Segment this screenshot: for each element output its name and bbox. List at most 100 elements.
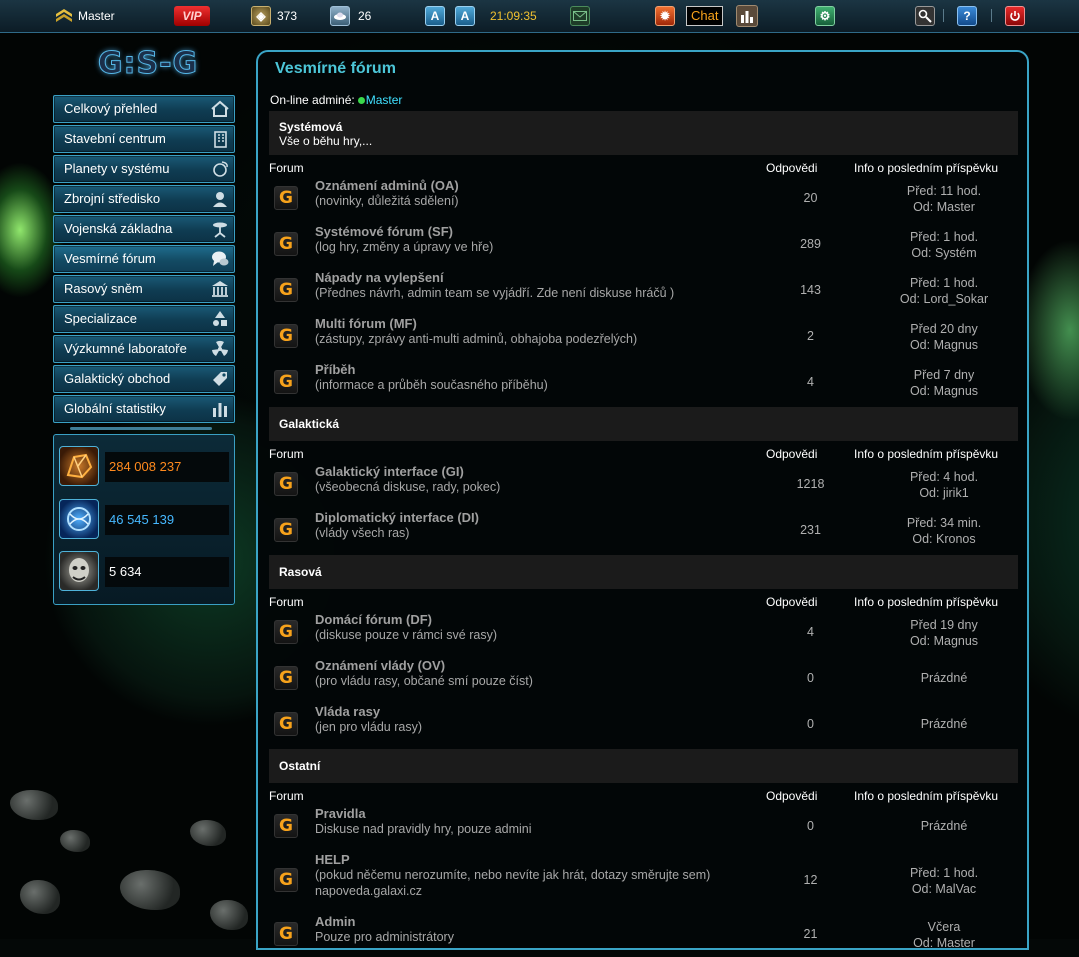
forum-title[interactable]: HELP: [315, 852, 350, 867]
table-row[interactable]: G Oznámení adminů (OA) (novinky, důležitá …: [269, 175, 1018, 221]
sidebar-item-7[interactable]: Rasový sněm: [53, 275, 235, 303]
table-row[interactable]: G Nápady na vylepšení (Přednes návrh, admi…: [269, 267, 1018, 313]
last-post-author[interactable]: Od: Master: [849, 199, 1039, 215]
sidebar-item-11[interactable]: Globální statistiky: [53, 395, 235, 423]
attack-button[interactable]: ✹: [655, 0, 675, 32]
forum-title[interactable]: Admin: [315, 914, 355, 929]
settings-button[interactable]: ⚙: [815, 0, 835, 32]
soldier-icon: [213, 192, 227, 207]
asteroid: [20, 880, 60, 914]
column-forum: Forum: [269, 447, 304, 461]
table-row[interactable]: G Domácí fórum (DF) (diskuse pouze v rámci…: [269, 609, 1018, 655]
bar-chart-icon: [736, 5, 758, 27]
column-last-post: Info o posledním příspěvku: [854, 161, 999, 175]
sidebar-item-8[interactable]: Specializace: [53, 305, 235, 333]
table-row[interactable]: G HELP (pokud něčemu nerozumíte, nebo neví…: [269, 849, 1018, 911]
last-post-author[interactable]: Od: Kronos: [849, 531, 1039, 547]
last-post-time: Včera: [927, 920, 961, 934]
separator: [943, 9, 944, 22]
forum-title[interactable]: Příběh: [315, 362, 355, 377]
table-row[interactable]: G Příběh (informace a průběh současného př…: [269, 359, 1018, 405]
sidebar-item-label: Vojenská základna: [64, 221, 173, 236]
ships-display: 26: [330, 0, 371, 32]
forum-title[interactable]: Oznámení adminů (OA): [315, 178, 459, 193]
sidebar-item-1[interactable]: Celkový přehled: [53, 95, 235, 123]
sidebar-item-label: Vesmírné fórum: [64, 251, 156, 266]
column-replies: Odpovědi: [766, 447, 818, 461]
column-forum: Forum: [269, 595, 304, 609]
last-post-time: Prázdné: [920, 717, 968, 731]
forum-title[interactable]: Systémové fórum (SF): [315, 224, 453, 239]
sidebar-item-6[interactable]: Vesmírné fórum: [53, 245, 235, 273]
base-icon: [213, 222, 227, 238]
last-post-time: Před: 1 hod.: [909, 276, 979, 290]
forum-title[interactable]: Vláda rasy: [315, 704, 380, 719]
sidebar-item-2[interactable]: Stavební centrum: [53, 125, 235, 153]
sidebar-item-label: Celkový přehled: [64, 101, 158, 116]
energy-value: 46 545 139: [105, 505, 229, 535]
last-post-info: Prázdné: [849, 670, 1039, 686]
chat-button[interactable]: Chat: [686, 0, 724, 32]
forum-panel: Vesmírné fórum On-line adminé: Master Sys…: [256, 50, 1029, 950]
radiation-icon: [212, 340, 228, 356]
table-row[interactable]: G Vláda rasy (jen pro vládu rasy) 0 Prázdné: [269, 701, 1018, 747]
forum-title[interactable]: Diplomatický interface (DI): [315, 510, 479, 525]
mode-button-1[interactable]: A: [425, 0, 445, 32]
forum-description: napoveda.galaxi.cz: [315, 884, 423, 898]
resource-population: 5 634: [59, 551, 229, 591]
energy-icon: [59, 499, 99, 539]
section-description: Vše o běhu hry,...: [279, 134, 373, 148]
last-post-time: Před: 11 hod.: [906, 184, 982, 198]
last-post-author[interactable]: Od: jirik1: [849, 485, 1039, 501]
last-post-author[interactable]: Od: MalVac: [849, 881, 1039, 897]
logout-button[interactable]: [1005, 0, 1025, 32]
stats-button[interactable]: [736, 0, 758, 32]
section-header: Systémová Vše o běhu hry,...: [269, 111, 1018, 155]
vip-badge[interactable]: VIP: [174, 0, 210, 32]
forum-title[interactable]: Nápady na vylepšení: [315, 270, 444, 285]
table-row[interactable]: G Diplomatický interface (DI) (vlády všech…: [269, 507, 1018, 553]
forum-title[interactable]: Multi fórum (MF): [315, 316, 417, 331]
mode-button-2[interactable]: A: [455, 0, 475, 32]
asteroid: [120, 870, 180, 910]
mode-label-1: A: [425, 6, 445, 26]
sidebar-item-5[interactable]: Vojenská základna: [53, 215, 235, 243]
sidebar-item-10[interactable]: Galaktický obchod: [53, 365, 235, 393]
forum-description: (jen pro vládu rasy): [315, 720, 422, 734]
forum-title[interactable]: Pravidla: [315, 806, 366, 821]
last-post-author[interactable]: Od: Master: [849, 935, 1039, 951]
table-row[interactable]: G Oznámení vlády (OV) (pro vládu rasy, obč…: [269, 655, 1018, 701]
search-button[interactable]: [915, 0, 935, 32]
help-button[interactable]: ?: [957, 0, 977, 32]
table-row[interactable]: G Multi fórum (MF) (zástupy, zprávy anti-m…: [269, 313, 1018, 359]
last-post-time: Prázdné: [920, 671, 968, 685]
sidebar-item-4[interactable]: Zbrojní středisko: [53, 185, 235, 213]
forum-description: Diskuse nad pravidly hry, pouze admini: [315, 822, 532, 836]
last-post-author[interactable]: Od: Magnus: [849, 633, 1039, 649]
online-admin-name[interactable]: Master: [366, 93, 403, 107]
sidebar-item-3[interactable]: Planety v systému: [53, 155, 235, 183]
last-post-author[interactable]: Od: Magnus: [849, 337, 1039, 353]
last-post-author[interactable]: Od: Lord_Sokar: [849, 291, 1039, 307]
sidebar-item-9[interactable]: Výzkumné laboratoře: [53, 335, 235, 363]
table-row[interactable]: G Systémové fórum (SF) (log hry, změny a ú…: [269, 221, 1018, 267]
table-row[interactable]: G Galaktický interface (GI) (všeobecná dis…: [269, 461, 1018, 507]
forum-g-icon: G: [274, 868, 298, 892]
column-replies: Odpovědi: [766, 789, 818, 803]
population-icon: [59, 551, 99, 591]
server-clock: 21:09:35: [490, 0, 537, 32]
crystal-icon: ◈: [251, 6, 271, 26]
messages-button[interactable]: [570, 0, 590, 32]
table-row[interactable]: G Pravidla Diskuse nad pravidly hry, pouze…: [269, 803, 1018, 849]
forum-title[interactable]: Galaktický interface (GI): [315, 464, 464, 479]
forum-title[interactable]: Domácí fórum (DF): [315, 612, 432, 627]
asteroid: [10, 790, 58, 820]
column-last-post: Info o posledním příspěvku: [854, 447, 999, 461]
table-row[interactable]: G Admin Pouze pro administrátory 21 Včera Od:…: [269, 911, 1018, 957]
game-logo[interactable]: G:S-G: [72, 46, 224, 82]
forum-description: (Přednes návrh, admin team se vyjádří. Z…: [315, 286, 675, 300]
last-post-author[interactable]: Od: Magnus: [849, 383, 1039, 399]
forum-title[interactable]: Oznámení vlády (OV): [315, 658, 445, 673]
last-post-author[interactable]: Od: Systém: [849, 245, 1039, 261]
forum-description: (log hry, změny a úpravy ve hře): [315, 240, 494, 254]
